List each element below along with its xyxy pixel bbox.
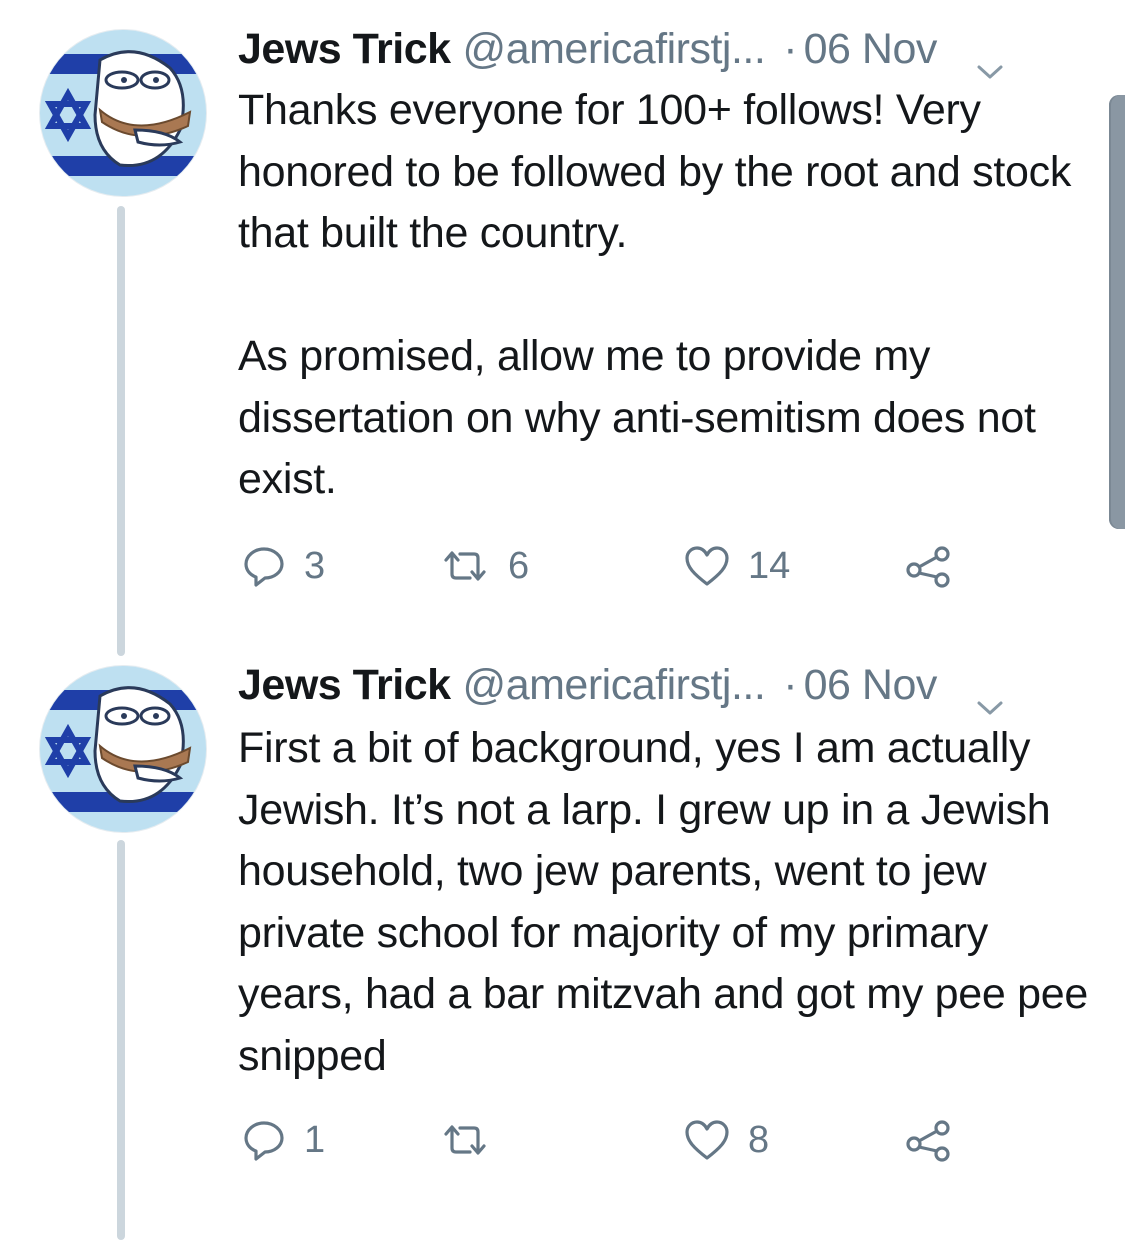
like-icon	[685, 546, 729, 586]
separator: ·	[783, 25, 798, 73]
like-count: 14	[748, 544, 791, 587]
author-handle[interactable]: @americafirstj...	[463, 22, 766, 76]
thread-line	[117, 206, 125, 656]
tweet-date[interactable]: 06 Nov	[804, 658, 938, 712]
thread-line	[117, 840, 125, 1240]
like-button[interactable]: 8	[684, 1114, 769, 1166]
avatar-image	[40, 30, 206, 196]
avatar[interactable]	[40, 666, 206, 832]
reply-count: 1	[304, 1118, 326, 1161]
tweet[interactable]: Jews Trick @americafirstj... · 06 Nov Th…	[0, 0, 1125, 656]
chevron-down-icon[interactable]	[975, 677, 1005, 715]
tweet-header: Jews Trick @americafirstj... · 06 Nov	[238, 658, 1095, 715]
like-count: 8	[748, 1118, 770, 1161]
retweet-icon	[444, 1125, 486, 1155]
avatar-image	[40, 666, 206, 832]
tweet-actions: 3 6 14	[242, 540, 962, 592]
retweet-count: 6	[508, 544, 530, 587]
tweet-date[interactable]: 06 Nov	[804, 22, 938, 76]
retweet-icon	[444, 551, 486, 581]
scrollbar[interactable]	[1109, 95, 1125, 529]
share-button[interactable]	[904, 540, 954, 592]
like-button[interactable]: 14	[684, 540, 790, 592]
chevron-down-icon[interactable]	[975, 41, 1005, 79]
reply-button[interactable]: 3	[242, 540, 325, 592]
separator: ·	[783, 661, 798, 709]
avatar[interactable]	[40, 30, 206, 196]
retweet-button[interactable]	[440, 1114, 508, 1166]
reply-count: 3	[304, 544, 326, 587]
tweet-actions: 1 8	[242, 1114, 962, 1166]
author-name[interactable]: Jews Trick	[238, 658, 451, 712]
reply-icon	[244, 1121, 284, 1161]
tweet-text: First a bit of background, yes I am actu…	[238, 724, 1088, 1080]
reply-icon	[244, 547, 284, 587]
tweet[interactable]: Jews Trick @americafirstj... · 06 Nov Fi…	[0, 640, 1125, 1240]
share-icon	[906, 546, 950, 588]
like-icon	[685, 1120, 729, 1160]
reply-button[interactable]: 1	[242, 1114, 325, 1166]
author-name[interactable]: Jews Trick	[238, 22, 451, 76]
retweet-button[interactable]: 6	[440, 540, 529, 592]
tweet-header: Jews Trick @americafirstj... · 06 Nov	[238, 22, 1095, 79]
tweet-text: Thanks everyone for 100+ follows! Very h…	[238, 86, 1072, 503]
share-icon	[906, 1120, 950, 1162]
share-button[interactable]	[904, 1114, 954, 1166]
author-handle[interactable]: @americafirstj...	[463, 658, 766, 712]
